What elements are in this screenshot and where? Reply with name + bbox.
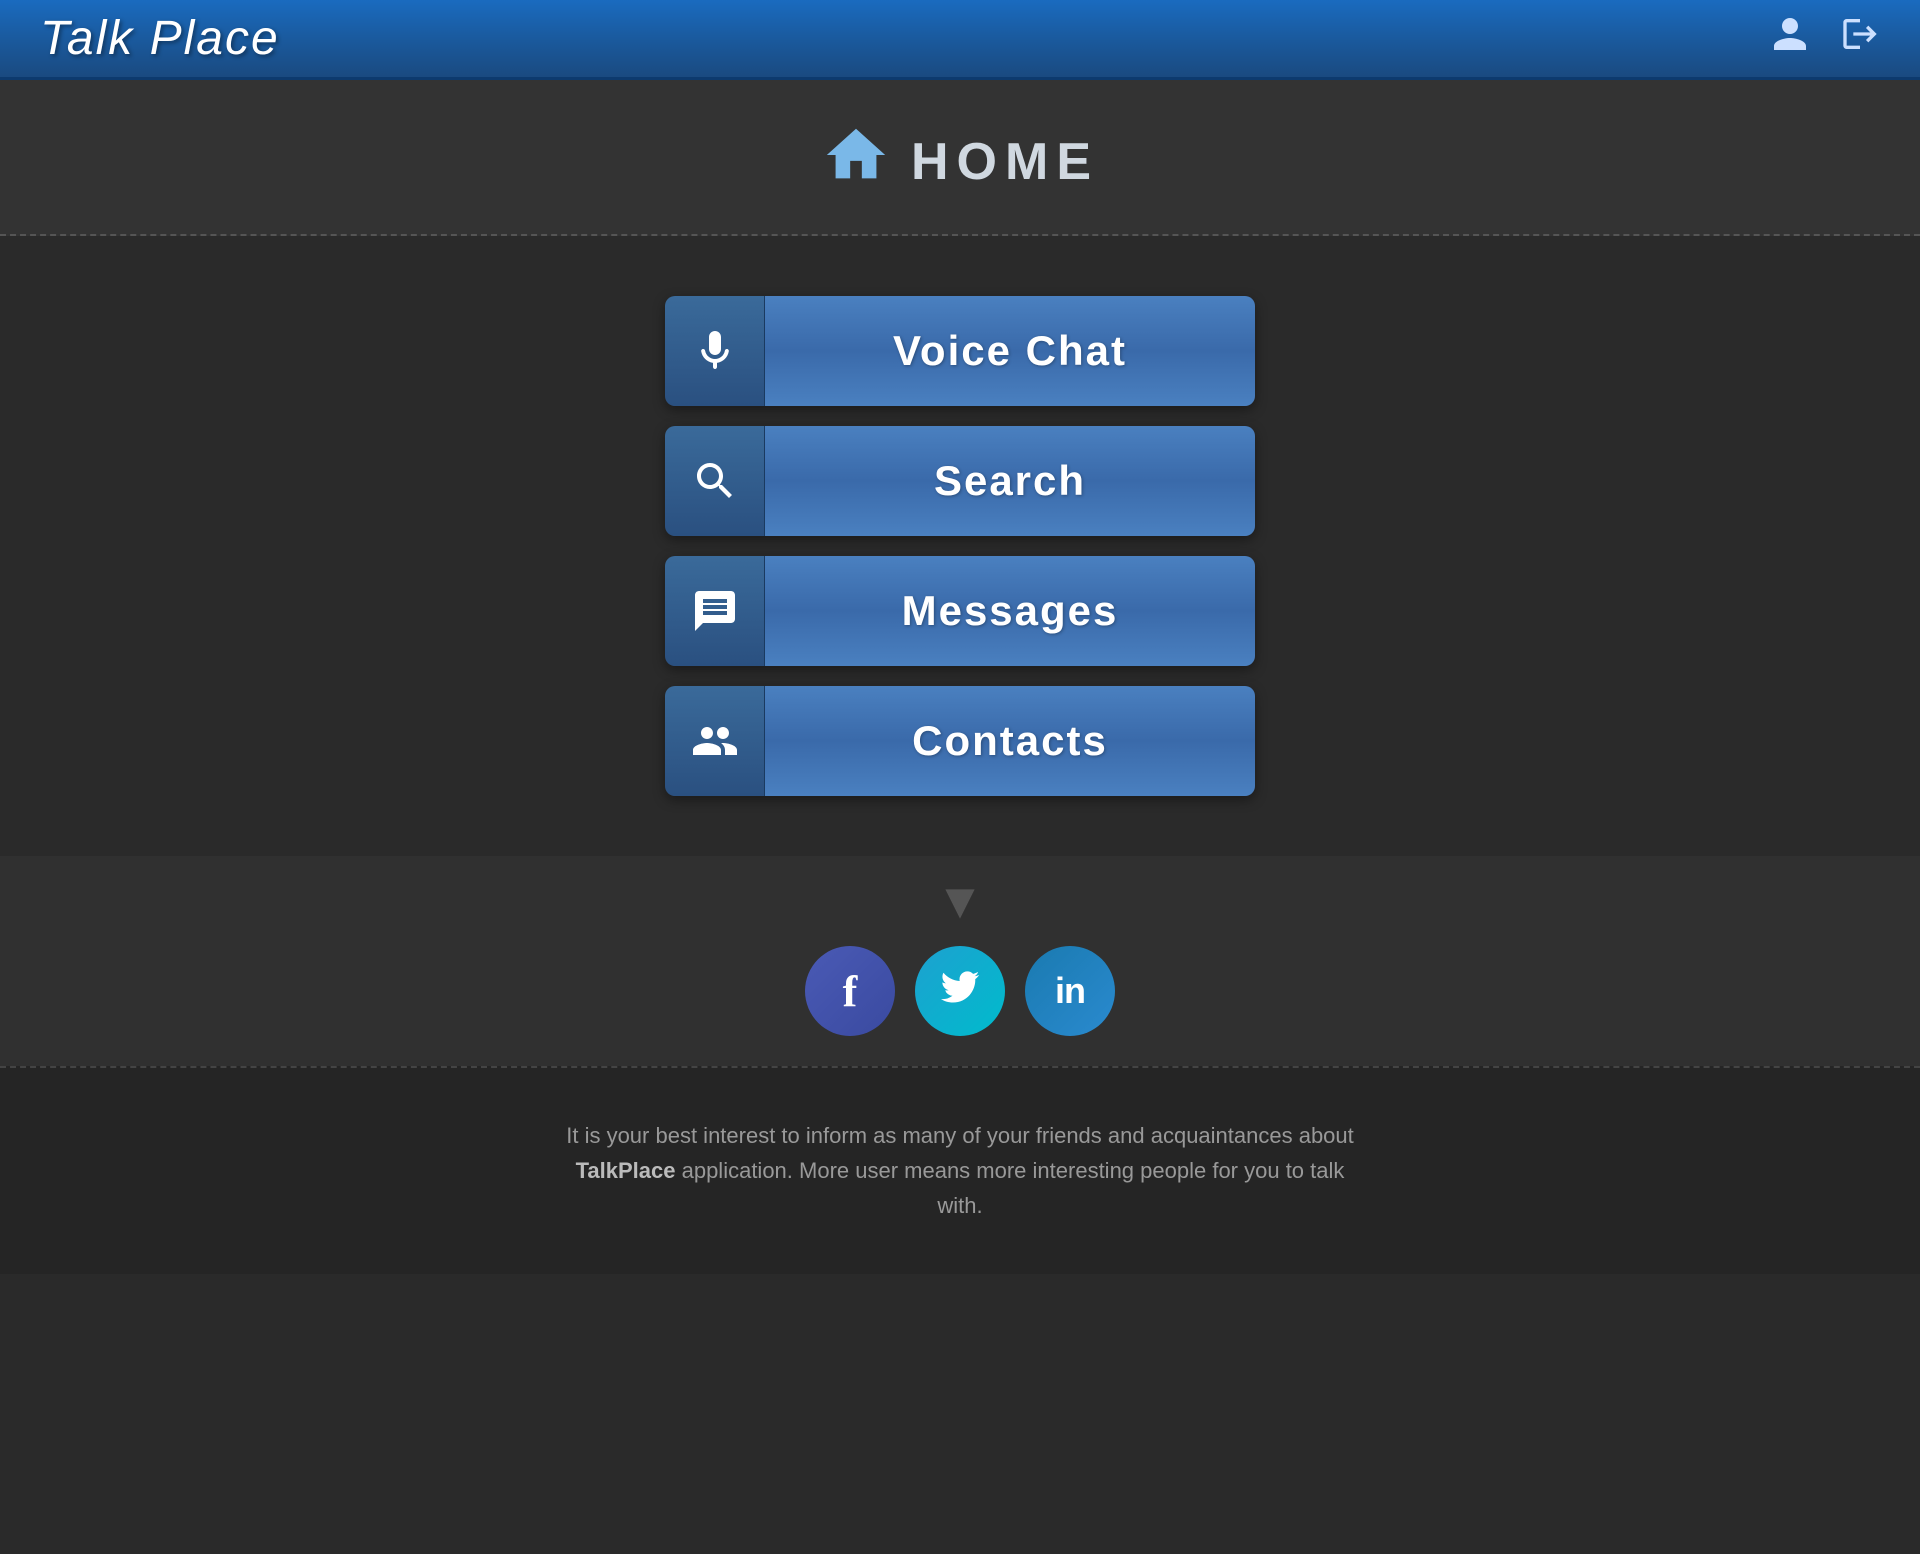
messages-icon	[691, 587, 739, 635]
logout-icon[interactable]	[1840, 14, 1880, 63]
search-button[interactable]: Search	[665, 426, 1255, 536]
logo: Talk Place	[40, 11, 280, 66]
social-row: f in	[805, 946, 1115, 1036]
home-section: HOME	[0, 80, 1920, 236]
linkedin-icon: in	[1055, 970, 1085, 1012]
footer-bottom: It is your best interest to inform as ma…	[0, 1066, 1920, 1274]
messages-button[interactable]: Messages	[665, 556, 1255, 666]
home-label: HOME	[911, 132, 1099, 192]
linkedin-button[interactable]: in	[1025, 946, 1115, 1036]
twitter-button[interactable]	[915, 946, 1005, 1036]
search-label-area: Search	[765, 426, 1255, 536]
footer-text: It is your best interest to inform as ma…	[560, 1118, 1360, 1224]
search-icon-area	[665, 426, 765, 536]
footer-brand: TalkPlace	[576, 1158, 676, 1183]
footer-text-part2: application. More user means more intere…	[675, 1158, 1344, 1218]
facebook-icon: f	[843, 966, 858, 1017]
twitter-icon	[938, 964, 982, 1018]
contacts-icon	[691, 717, 739, 765]
voice-chat-label: Voice Chat	[893, 327, 1127, 375]
footer-text-part1: It is your best interest to inform as ma…	[566, 1123, 1354, 1148]
messages-label-area: Messages	[765, 556, 1255, 666]
user-icon[interactable]	[1770, 14, 1810, 63]
facebook-button[interactable]: f	[805, 946, 895, 1036]
contacts-label: Contacts	[912, 717, 1108, 765]
messages-icon-area	[665, 556, 765, 666]
mic-icon	[691, 327, 739, 375]
search-icon	[691, 457, 739, 505]
header: Talk Place	[0, 0, 1920, 80]
header-icons	[1770, 14, 1880, 63]
home-icon	[821, 120, 891, 204]
contacts-button[interactable]: Contacts	[665, 686, 1255, 796]
contacts-icon-area	[665, 686, 765, 796]
messages-label: Messages	[902, 587, 1119, 635]
contacts-label-area: Contacts	[765, 686, 1255, 796]
chevron-down-icon: ▼	[935, 876, 985, 926]
voice-chat-icon-area	[665, 296, 765, 406]
search-label: Search	[934, 457, 1086, 505]
main-content: Voice Chat Search Messages	[0, 236, 1920, 856]
voice-chat-button[interactable]: Voice Chat	[665, 296, 1255, 406]
voice-chat-label-area: Voice Chat	[765, 296, 1255, 406]
footer-divider: ▼ f in	[0, 856, 1920, 1066]
